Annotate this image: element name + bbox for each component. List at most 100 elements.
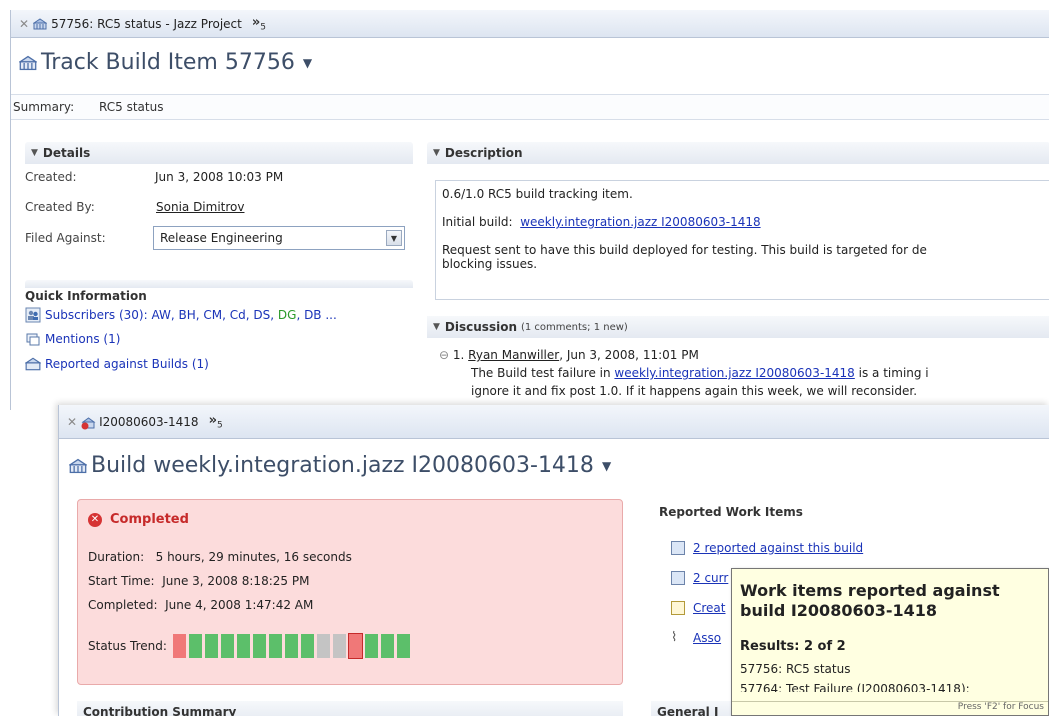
- tab-title: 57756: RC5 status - Jazz Project: [51, 16, 242, 31]
- mentions-icon: [25, 331, 41, 347]
- quick-info-divider: [25, 280, 413, 288]
- initial-build-link[interactable]: weekly.integration.jazz I20080603-1418: [520, 215, 760, 229]
- tooltip-footer: Press 'F2' for Focus: [732, 701, 1048, 715]
- close-icon[interactable]: ✕: [19, 17, 29, 31]
- created-label: Created:: [25, 170, 77, 184]
- build-icon: [69, 458, 87, 474]
- tooltip-item[interactable]: 57756: RC5 status: [740, 662, 850, 676]
- chevron-down-icon[interactable]: ▼: [602, 459, 611, 473]
- trend-bar-fail[interactable]: [172, 634, 186, 658]
- collapse-triangle-icon: ▼: [433, 322, 440, 332]
- trend-bar-pass[interactable]: [284, 634, 298, 658]
- discussion-section-header[interactable]: ▼ Discussion (1 comments; 1 new): [427, 316, 1049, 338]
- contribution-section-header[interactable]: Contribution Summary: [77, 701, 623, 716]
- trend-bar-fail[interactable]: [347, 633, 363, 659]
- comment-header: ⊖ 1. Ryan Manwiller, Jun 3, 2008, 11:01 …: [439, 348, 699, 362]
- mentions-link[interactable]: Mentions (1): [25, 331, 120, 347]
- build-item-icon: [19, 55, 37, 71]
- trend-bars: [172, 633, 413, 659]
- build-failed-icon: [81, 416, 96, 429]
- status-trend: Status Trend:: [88, 633, 413, 659]
- description-body[interactable]: 0.6/1.0 RC5 build tracking item. Initial…: [435, 180, 1049, 300]
- editor-tab[interactable]: ✕ 57756: RC5 status - Jazz Project »5: [11, 10, 1049, 38]
- duration-row: Duration: 5 hours, 29 minutes, 16 second…: [88, 550, 352, 564]
- tooltip-title: Work items reported against build I20080…: [740, 581, 1000, 620]
- trend-bar-pass[interactable]: [364, 634, 378, 658]
- tooltip-item[interactable]: 57764: Test Failure (I20080603-1418):: [740, 682, 970, 692]
- created-value: Jun 3, 2008 10:03 PM: [155, 170, 284, 184]
- trend-bar-pass[interactable]: [188, 634, 202, 658]
- description-section-header[interactable]: ▼ Description: [427, 142, 1049, 164]
- tab-title: I20080603-1418: [99, 414, 199, 429]
- details-title: Details: [42, 146, 91, 160]
- created-by-label: Created By:: [25, 200, 95, 214]
- created-by-link[interactable]: Sonia Dimitrov: [156, 200, 244, 214]
- chevron-down-icon[interactable]: ▼: [303, 56, 312, 70]
- reported-builds-link[interactable]: Reported against Builds (1): [24, 356, 209, 372]
- comment-author-link[interactable]: Ryan Manwiller: [468, 348, 559, 362]
- subscribers-icon: [25, 307, 41, 323]
- details-section-header[interactable]: ▼ Details: [25, 142, 413, 164]
- filed-against-value: Release Engineering: [160, 231, 283, 245]
- subscribers-link[interactable]: Subscribers (30): AW, BH, CM, Cd, DS, DG…: [25, 307, 337, 323]
- summary-label: Summary:: [13, 100, 75, 114]
- comment-build-link[interactable]: weekly.integration.jazz I20080603-1418: [614, 366, 854, 380]
- heading-text: Track Build Item 57756: [41, 50, 295, 75]
- discussion-meta: (1 comments; 1 new): [520, 321, 628, 333]
- description-title: Description: [444, 146, 523, 160]
- reported-link[interactable]: 2 reported against this build: [671, 541, 863, 555]
- page-title: Build weekly.integration.jazz I20080603-…: [69, 453, 611, 478]
- comment-text-continued: ignore it and fix post 1.0. If it happen…: [471, 384, 918, 398]
- filed-against-select[interactable]: Release Engineering ▼: [153, 226, 405, 250]
- initial-build-row: Initial build: weekly.integration.jazz I…: [442, 215, 761, 229]
- trend-bar-pass[interactable]: [300, 634, 314, 658]
- reported-work-items-header: Reported Work Items: [659, 505, 803, 519]
- tab-overflow-button[interactable]: »5: [209, 413, 223, 431]
- create-work-item-icon: [671, 601, 685, 615]
- description-line: Request sent to have this build deployed…: [442, 243, 927, 257]
- current-link[interactable]: 2 curr: [671, 571, 728, 585]
- associate-link[interactable]: ⌇ Asso: [671, 630, 721, 646]
- heading-text: Build weekly.integration.jazz I20080603-…: [91, 453, 594, 478]
- trend-bar-pass[interactable]: [204, 634, 218, 658]
- collapse-triangle-icon: ▼: [31, 148, 38, 158]
- editor-tab[interactable]: ✕ I20080603-1418 »5: [59, 405, 1049, 439]
- trend-bar-pass[interactable]: [236, 634, 250, 658]
- collapse-circle-icon[interactable]: ⊖: [439, 348, 449, 362]
- collapse-triangle-icon: ▼: [433, 148, 440, 158]
- filed-against-label: Filed Against:: [25, 231, 106, 245]
- tab-overflow-button[interactable]: »5: [252, 15, 266, 33]
- description-line: blocking issues.: [442, 257, 538, 271]
- work-item-icon: [671, 541, 685, 555]
- summary-field: Summary: RC5 status: [11, 94, 1049, 120]
- tooltip-results: Results: 2 of 2: [740, 639, 846, 654]
- work-item-editor: ✕ 57756: RC5 status - Jazz Project »5 Tr…: [10, 10, 1049, 410]
- page-title: Track Build Item 57756 ▼: [19, 50, 312, 75]
- link-icon: ⌇: [671, 630, 678, 645]
- build-item-icon: [33, 17, 48, 30]
- chevron-down-icon[interactable]: ▼: [386, 230, 402, 246]
- trend-bar-unknown[interactable]: [316, 634, 330, 658]
- error-icon: ✕: [88, 512, 102, 527]
- description-line: 0.6/1.0 RC5 build tracking item.: [442, 187, 633, 201]
- start-time-row: Start Time: June 3, 2008 8:18:25 PM: [88, 574, 310, 588]
- trend-bar-pass[interactable]: [380, 634, 394, 658]
- build-item-icon: [24, 356, 42, 372]
- trend-bar-pass[interactable]: [252, 634, 266, 658]
- build-status-panel: ✕ Completed Duration: 5 hours, 29 minute…: [77, 499, 623, 685]
- close-icon[interactable]: ✕: [67, 415, 77, 429]
- hover-tooltip: Work items reported against build I20080…: [731, 568, 1049, 716]
- create-link[interactable]: Creat: [671, 601, 726, 615]
- general-section-header[interactable]: General I: [651, 701, 731, 716]
- comment-date: , Jun 3, 2008, 11:01 PM: [559, 348, 699, 362]
- comment-text: The Build test failure in weekly.integra…: [471, 366, 929, 380]
- summary-input[interactable]: RC5 status: [99, 100, 1049, 114]
- quick-info-title: Quick Information: [25, 289, 147, 303]
- trend-bar-pass[interactable]: [268, 634, 282, 658]
- trend-bar-unknown[interactable]: [332, 634, 346, 658]
- completed-row: Completed: June 4, 2008 1:47:42 AM: [88, 598, 314, 612]
- trend-bar-pass[interactable]: [396, 634, 410, 658]
- work-item-icon: [671, 571, 685, 585]
- trend-bar-pass[interactable]: [220, 634, 234, 658]
- status-title: ✕ Completed: [88, 512, 189, 527]
